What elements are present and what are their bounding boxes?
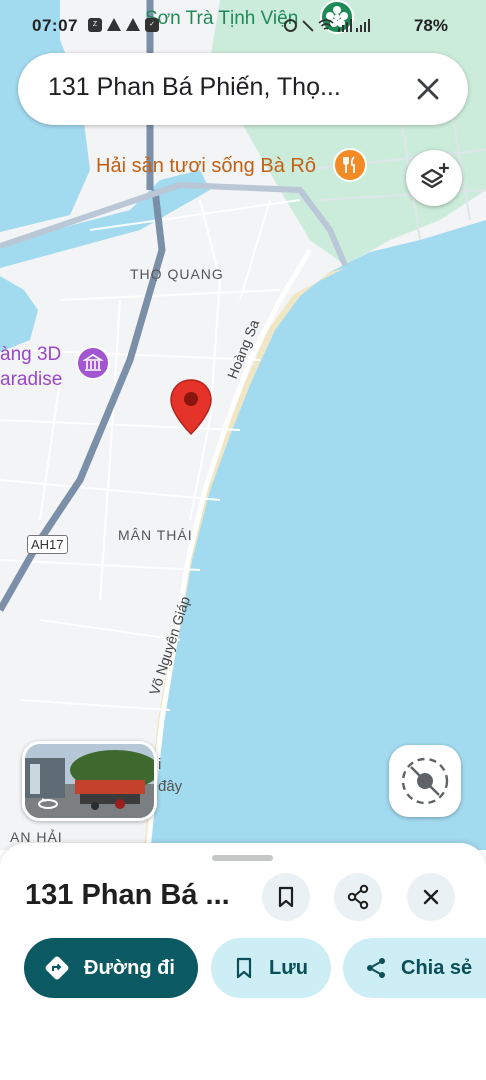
street-view-thumbnail[interactable] — [22, 741, 157, 821]
status-bar: 07:07 Z ✓ 78% — [0, 0, 486, 48]
my-location-button[interactable] — [389, 745, 461, 817]
location-pin-icon[interactable] — [168, 378, 214, 438]
close-icon — [417, 78, 439, 100]
layers-button[interactable] — [406, 150, 462, 206]
signal-icon — [338, 19, 352, 32]
status-left-icons: Z ✓ — [88, 18, 159, 32]
wifi-icon — [318, 19, 334, 30]
search-query[interactable]: 131 Phan Bá Phiến, Thọ... — [48, 73, 388, 102]
map-canvas[interactable] — [0, 0, 486, 850]
bookmark-icon — [278, 886, 294, 908]
directions-label: Đường đi — [84, 956, 175, 979]
map-label-partial-1: i — [158, 756, 162, 773]
warning-icon — [107, 18, 121, 31]
close-icon — [423, 889, 439, 905]
save-button[interactable]: Lưu — [211, 938, 331, 998]
check-icon: ✓ — [145, 18, 159, 32]
warning-icon — [126, 18, 140, 31]
share-icon — [347, 884, 369, 910]
battery-percent: 78% — [413, 16, 448, 35]
status-right-icons — [284, 19, 370, 32]
search-close-button[interactable] — [406, 67, 450, 111]
map-label-district-tho-quang: THỌ QUANG — [130, 266, 224, 282]
directions-button[interactable]: Đường đi — [24, 938, 198, 998]
save-label: Lưu — [269, 956, 308, 979]
status-time: 07:07 — [32, 16, 78, 35]
restaurant-pin-icon[interactable] — [333, 148, 367, 182]
signal-icon — [356, 19, 370, 32]
directions-icon — [45, 956, 69, 980]
map-label-museum-line2[interactable]: aradise — [0, 369, 62, 391]
bookmark-icon — [236, 957, 252, 979]
share-icon-button[interactable] — [334, 873, 382, 921]
alarm-icon — [284, 19, 297, 32]
save-icon-button[interactable] — [262, 873, 310, 921]
share-label: Chia sẻ — [401, 956, 473, 979]
close-sheet-button[interactable] — [407, 873, 455, 921]
zalo-icon: Z — [88, 18, 102, 32]
map-label-district-man-thai: MÂN THÁI — [118, 527, 193, 543]
location-disabled-icon — [401, 757, 449, 805]
mute-icon — [301, 19, 314, 32]
map-label-museum-line1[interactable]: àng 3D — [0, 344, 61, 366]
search-bar[interactable]: 131 Phan Bá Phiến, Thọ... — [18, 53, 468, 125]
museum-pin-icon[interactable] — [76, 346, 110, 380]
share-button[interactable]: Chia sẻ — [343, 938, 486, 998]
share-icon — [367, 958, 385, 978]
place-title: 131 Phan Bá ... — [25, 879, 230, 911]
highway-shield: AH17 — [27, 535, 68, 554]
map-label-partial-2: đây — [158, 778, 183, 795]
layers-icon — [420, 162, 450, 189]
street-view-rotate-icon — [37, 796, 59, 810]
map-view[interactable]: Sơn Trà Tịnh Viện Hải sản tươi sống Bà R… — [0, 0, 486, 850]
place-bottom-sheet[interactable]: 131 Phan Bá ... Đường đi Lưu Chia sẻ — [0, 843, 486, 1080]
map-label-restaurant[interactable]: Hải sản tươi sống Bà Rô — [96, 155, 316, 178]
sheet-drag-handle[interactable] — [212, 855, 273, 861]
